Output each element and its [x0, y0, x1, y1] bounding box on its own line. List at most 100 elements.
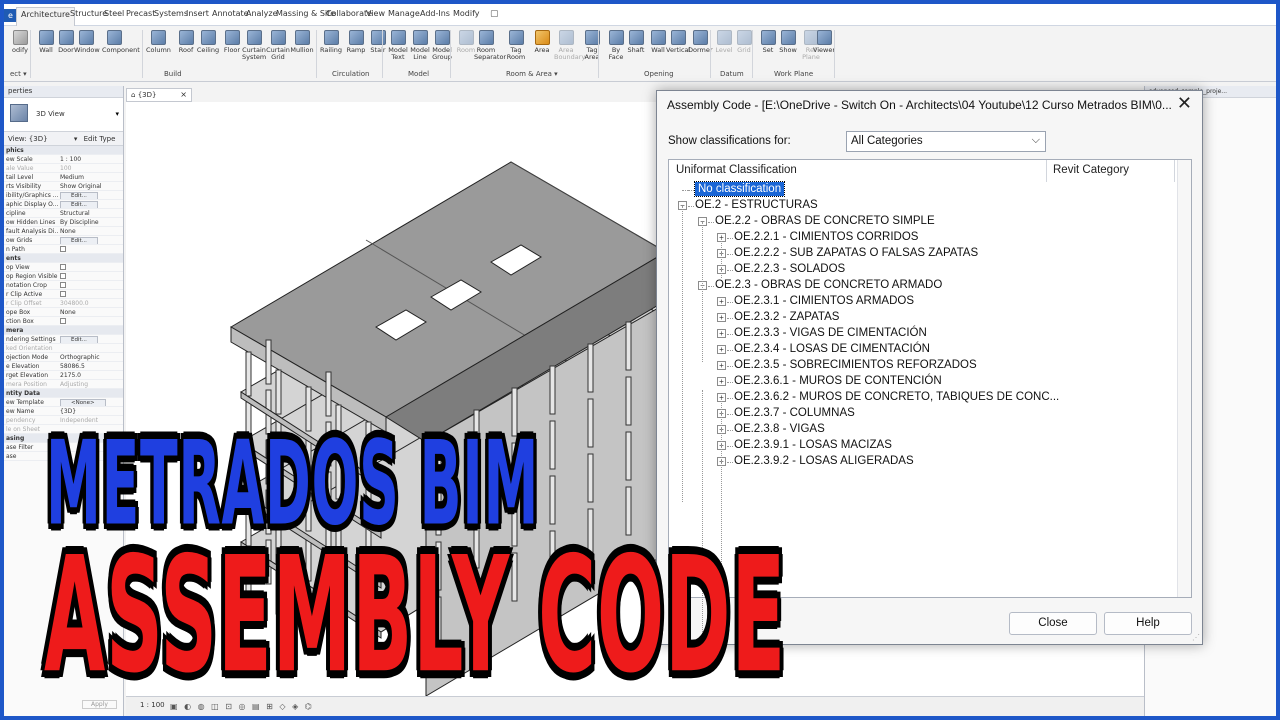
tree-node[interactable]: OE.2.3.4 - LOSAS DE CIMENTACIÓN [734, 342, 930, 356]
property-value[interactable]: None [58, 308, 123, 316]
property-value[interactable]: Show Original [58, 182, 123, 190]
property-value[interactable] [58, 272, 123, 280]
property-checkbox[interactable] [60, 318, 66, 324]
property-value[interactable] [58, 290, 123, 298]
tree-node[interactable]: OE.2.3.9.2 - LOSAS ALIGERADAS [734, 454, 914, 468]
switch-window-icon[interactable]: ▢ [490, 9, 499, 19]
tab-precast[interactable]: Precast [126, 9, 155, 18]
type-selector[interactable]: 3D View ▾ [4, 98, 123, 132]
expand-icon[interactable]: + [717, 361, 726, 370]
help-button[interactable]: Help [1104, 612, 1192, 635]
tool-dormer-button[interactable]: Dormer [688, 30, 713, 54]
property-value[interactable]: 1 : 100 [58, 155, 123, 163]
tree-node[interactable]: OE.2.3.8 - VIGAS [734, 422, 825, 436]
view-instance-row[interactable]: View: {3D} ▾ Edit Type [4, 132, 123, 146]
tool-mullion-button[interactable]: Mullion [290, 30, 314, 54]
edit-type-button[interactable]: Edit Type [84, 135, 116, 143]
close-icon[interactable]: ✕ [1177, 93, 1192, 114]
tool-curtain-system-button[interactable]: Curtain System [242, 30, 266, 61]
tree-node[interactable]: OE.2.2.2 - SUB ZAPATAS O FALSAS ZAPATAS [734, 246, 978, 260]
property-value[interactable] [58, 281, 123, 289]
property-section-header[interactable]: ntity Data [4, 389, 123, 398]
tool-floor-button[interactable]: Floor [220, 30, 244, 54]
property-value[interactable]: Orthographic [58, 353, 123, 361]
tree-node[interactable]: OE.2.2 - OBRAS DE CONCRETO SIMPLE [715, 214, 935, 228]
tool-window-button[interactable]: Window [74, 30, 100, 54]
tool-model-text-button[interactable]: Model Text [386, 30, 410, 61]
tree-node[interactable]: OE.2 - ESTRUCTURAS [695, 198, 818, 212]
tree-scrollbar[interactable] [1177, 160, 1191, 597]
tool-odify-button[interactable]: odify [8, 30, 32, 54]
property-value[interactable] [58, 317, 123, 325]
property-value[interactable] [58, 245, 123, 253]
tab-architecture[interactable]: Architecture [16, 7, 75, 26]
property-section-header[interactable]: ents [4, 254, 123, 263]
tree-node[interactable]: OE.2.3.6.2 - MUROS DE CONCRETO, TABIQUES… [734, 390, 1059, 404]
tool-component-button[interactable]: Component [102, 30, 140, 54]
view-selector[interactable]: View: {3D} [8, 135, 48, 143]
expand-icon[interactable]: + [717, 345, 726, 354]
tab-view[interactable]: View [366, 9, 385, 18]
column-header-revit-category[interactable]: Revit Category [1053, 164, 1129, 176]
tool-model-line-button[interactable]: Model Line [408, 30, 432, 61]
tool-roof-button[interactable]: Roof [174, 30, 198, 54]
property-value[interactable]: Edit... [58, 191, 123, 199]
tree-node[interactable]: OE.2.3.3 - VIGAS DE CIMENTACIÓN [734, 326, 927, 340]
tree-node[interactable]: OE.2.2.3 - SOLADOS [734, 262, 845, 276]
property-edit-button[interactable]: Edit... [60, 237, 98, 244]
property-edit-button[interactable]: Edit... [60, 336, 98, 343]
close-button[interactable]: Close [1009, 612, 1097, 635]
tool-vertical-button[interactable]: Vertical [666, 30, 690, 54]
tool-viewer-button[interactable]: Viewer [812, 30, 836, 54]
tree-node[interactable]: OE.2.3.2 - ZAPATAS [734, 310, 839, 324]
expand-icon[interactable]: + [717, 329, 726, 338]
tab-structure[interactable]: Structure [70, 9, 107, 18]
tab-systems[interactable]: Systems [154, 9, 188, 18]
tree-node[interactable]: OE.2.3.7 - COLUMNAS [734, 406, 855, 420]
tree-node[interactable]: OE.2.2.1 - CIMIENTOS CORRIDOS [734, 230, 918, 244]
property-section-header[interactable]: phics [4, 146, 123, 155]
expand-icon[interactable]: + [717, 377, 726, 386]
tab-annotate[interactable]: Annotate [212, 9, 249, 18]
tool-column-button[interactable]: Column [146, 30, 171, 54]
property-edit-button[interactable]: Edit... [60, 192, 98, 199]
tree-node[interactable]: No classification [693, 181, 786, 197]
property-value[interactable]: {3D} [58, 407, 123, 415]
property-checkbox[interactable] [60, 291, 66, 297]
ribbon-group-label[interactable]: Room & Area ▾ [506, 70, 558, 78]
ribbon-group-label[interactable]: ect ▾ [10, 70, 27, 78]
tool-area-boundary-button[interactable]: Area Boundary [554, 30, 585, 61]
tab-insert[interactable]: Insert [186, 9, 209, 18]
property-checkbox[interactable] [60, 282, 66, 288]
column-header-uniformat[interactable]: Uniformat Classification [676, 164, 797, 176]
tool-area-button[interactable]: Area [530, 30, 554, 54]
property-checkbox[interactable] [60, 273, 66, 279]
property-edit-button[interactable]: <None> [60, 399, 106, 406]
column-divider[interactable] [1046, 160, 1047, 182]
tree-node[interactable]: OE.2.3.1 - CIMIENTOS ARMADOS [734, 294, 914, 308]
tree-node[interactable]: OE.2.3.5 - SOBRECIMIENTOS REFORZADOS [734, 358, 977, 372]
tool-ramp-button[interactable]: Ramp [344, 30, 368, 54]
tool-ceiling-button[interactable]: Ceiling [196, 30, 220, 54]
tab-modify[interactable]: Modify [453, 9, 480, 18]
tab-steel[interactable]: Steel [104, 9, 124, 18]
tool-tag-room-button[interactable]: Tag Room [504, 30, 528, 61]
tool-curtain-grid-button[interactable]: Curtain Grid [266, 30, 290, 61]
category-select[interactable]: All Categories ⌵ [846, 131, 1046, 152]
tool-shaft-button[interactable]: Shaft [624, 30, 648, 54]
expand-icon[interactable]: + [717, 313, 726, 322]
tab-manage[interactable]: Manage [388, 9, 420, 18]
property-value[interactable] [58, 263, 123, 271]
property-value[interactable]: Structural [58, 209, 123, 217]
property-value[interactable]: None [58, 227, 123, 235]
close-icon[interactable]: × [180, 90, 187, 99]
tree-node[interactable]: OE.2.3.6.1 - MUROS DE CONTENCIÓN [734, 374, 942, 388]
view-tab-3d[interactable]: ⌂ {3D} × [126, 88, 192, 102]
property-value[interactable]: Edit... [58, 200, 123, 208]
property-edit-button[interactable]: Edit... [60, 201, 98, 208]
chevron-down-icon[interactable]: ▾ [115, 110, 119, 118]
tool-show-button[interactable]: Show [776, 30, 800, 54]
property-value[interactable]: Edit... [58, 236, 123, 244]
tool-tag-area-button[interactable]: Tag Area [580, 30, 604, 61]
tool-railing-button[interactable]: Railing [319, 30, 343, 54]
